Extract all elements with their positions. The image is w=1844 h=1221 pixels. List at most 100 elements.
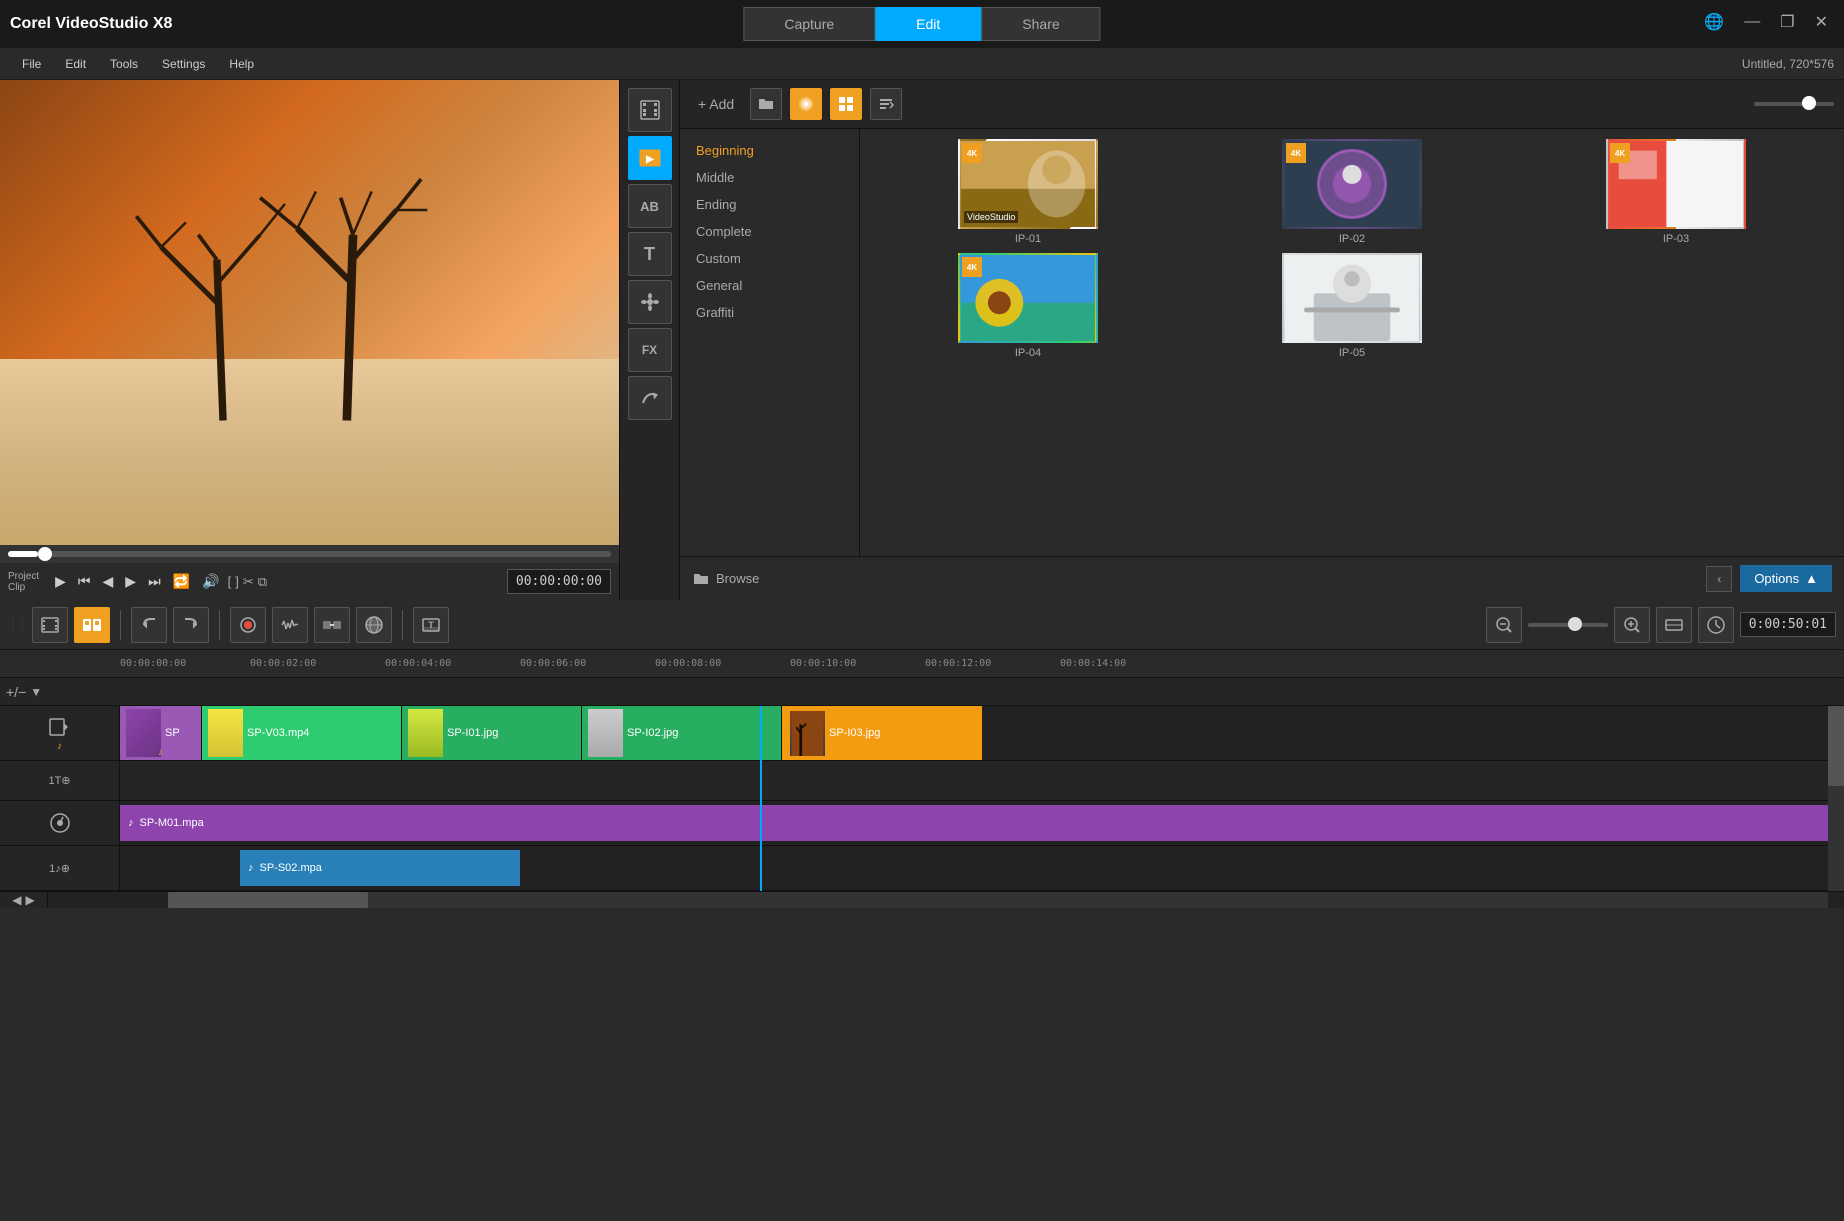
redo-button[interactable] xyxy=(173,607,209,643)
thumbnail-ip05[interactable]: IP-05 xyxy=(1194,253,1510,359)
ruler-mark-7: 00:00:14:00 xyxy=(1060,658,1126,669)
tool-film[interactable] xyxy=(628,88,672,132)
volume-button[interactable]: 🔊 xyxy=(198,571,223,592)
redo-icon xyxy=(181,615,201,635)
clip-sp-label: SP xyxy=(165,727,180,739)
clock-icon xyxy=(1706,615,1726,635)
zoom-in-icon xyxy=(1622,615,1642,635)
tl-filmstrip-button[interactable] xyxy=(32,607,68,643)
add-track-button[interactable]: +/− xyxy=(6,684,26,700)
music-clip[interactable]: ♪ SP-M01.mpa xyxy=(120,805,1844,840)
menu-tools[interactable]: Tools xyxy=(98,53,150,75)
close-button[interactable]: ✕ xyxy=(1809,10,1834,34)
prev-frame-button[interactable]: ◀ xyxy=(99,571,118,592)
skip-end-button[interactable]: ⏭ xyxy=(144,571,165,592)
zoom-slider-area xyxy=(1754,102,1834,106)
tab-edit[interactable]: Edit xyxy=(875,7,981,41)
add-button[interactable]: + Add xyxy=(690,92,742,116)
tl-storyboard-button[interactable] xyxy=(74,607,110,643)
sound-track-row: 1♪⊕ ♪ SP-S02.mpa xyxy=(0,846,1844,891)
zoom-in-button[interactable] xyxy=(1614,607,1650,643)
progress-bar-area[interactable] xyxy=(0,545,619,563)
loop-button[interactable]: 🔁 xyxy=(169,571,194,592)
browse-bar: Browse ‹ Options ▲ xyxy=(680,556,1844,600)
mark-out-button[interactable]: ] xyxy=(235,574,239,590)
tab-capture[interactable]: Capture xyxy=(743,7,875,41)
caption-icon: T xyxy=(644,244,655,265)
sound-clip[interactable]: ♪ SP-S02.mpa xyxy=(240,850,520,885)
thumbnail-ip01[interactable]: 4K VideoStudio IP-01 xyxy=(870,139,1186,245)
title-overlay-button[interactable]: T xyxy=(413,607,449,643)
tool-title[interactable]: ▶ xyxy=(628,136,672,180)
clip-sp-i03[interactable]: SP-I03.jpg xyxy=(782,706,982,760)
zoom-slider[interactable] xyxy=(1754,102,1834,106)
nav-tabs: Capture Edit Share xyxy=(743,7,1100,41)
thumbnail-grid: 4K VideoStudio IP-01 xyxy=(860,129,1844,556)
progress-track[interactable] xyxy=(8,551,611,557)
browse-icon xyxy=(692,570,710,588)
play-button[interactable]: ▶ xyxy=(51,571,70,592)
category-graffiti[interactable]: Graffiti xyxy=(680,299,859,326)
browse-button[interactable]: Browse xyxy=(692,570,759,588)
text-track-icon: 1T⊕ xyxy=(48,774,70,787)
restore-button[interactable]: ❐ xyxy=(1774,10,1800,34)
thumbnail-ip03[interactable]: 4K IP-03 xyxy=(1518,139,1834,245)
tab-share[interactable]: Share xyxy=(981,7,1100,41)
record-button[interactable] xyxy=(230,607,266,643)
mark-in-button[interactable]: [ xyxy=(228,574,232,590)
copy-button[interactable]: ⧉ xyxy=(258,574,267,590)
options-button[interactable]: Options ▲ xyxy=(1740,565,1832,592)
next-frame-button[interactable]: ▶ xyxy=(121,571,140,592)
clip-sp-v03[interactable]: SP-V03.mp4 xyxy=(202,706,402,760)
category-ending[interactable]: Ending xyxy=(680,191,859,218)
menu-file[interactable]: File xyxy=(10,53,53,75)
tl-prev-button[interactable]: ◀ xyxy=(12,893,21,907)
help-icon[interactable]: 🌐 xyxy=(1698,10,1730,34)
storyboard-icon xyxy=(82,615,102,635)
tool-text[interactable]: AB xyxy=(628,184,672,228)
transitions-button[interactable] xyxy=(314,607,350,643)
tool-effects[interactable]: FX xyxy=(628,328,672,372)
clip-sp[interactable]: SP ♪ xyxy=(120,706,202,760)
category-middle[interactable]: Middle xyxy=(680,164,859,191)
tl-scrollbar-thumb[interactable] xyxy=(1828,706,1844,786)
clip-sp-i02[interactable]: SP-I02.jpg xyxy=(582,706,782,760)
zoom-out-button[interactable] xyxy=(1486,607,1522,643)
tl-hscroll[interactable] xyxy=(168,892,1828,908)
thumbnail-ip04[interactable]: 4K IP-04 xyxy=(870,253,1186,359)
fit-button[interactable] xyxy=(1656,607,1692,643)
audio-button[interactable] xyxy=(272,607,308,643)
tool-caption[interactable]: T xyxy=(628,232,672,276)
tl-scrollbar[interactable] xyxy=(1828,706,1844,891)
effects-button[interactable] xyxy=(356,607,392,643)
folder-button[interactable] xyxy=(750,88,782,120)
menu-settings[interactable]: Settings xyxy=(150,53,217,75)
media-library-button[interactable] xyxy=(790,88,822,120)
collapse-panel-button[interactable]: ‹ xyxy=(1706,566,1732,592)
skip-start-button[interactable]: ⏮ xyxy=(74,571,95,592)
category-beginning[interactable]: Beginning xyxy=(680,137,859,164)
tl-next-button[interactable]: ▶ xyxy=(26,893,35,907)
tool-curve[interactable] xyxy=(628,376,672,420)
media-panel: + Add xyxy=(680,80,1844,600)
menu-edit[interactable]: Edit xyxy=(53,53,98,75)
menu-help[interactable]: Help xyxy=(217,53,266,75)
view-toggle-button[interactable] xyxy=(830,88,862,120)
tool-fx[interactable] xyxy=(628,280,672,324)
thumb-label-ip02: IP-02 xyxy=(1339,233,1365,245)
minimize-button[interactable]: — xyxy=(1738,11,1766,33)
category-custom[interactable]: Custom xyxy=(680,245,859,272)
zoom-thumb xyxy=(1802,96,1816,110)
category-general[interactable]: General xyxy=(680,272,859,299)
sort-button[interactable] xyxy=(870,88,902,120)
tl-zoom-slider[interactable] xyxy=(1528,623,1608,627)
clock-button[interactable] xyxy=(1698,607,1734,643)
badge-ip03: 4K xyxy=(1610,143,1630,163)
category-complete[interactable]: Complete xyxy=(680,218,859,245)
zoom-out-icon xyxy=(1494,615,1514,635)
undo-button[interactable] xyxy=(131,607,167,643)
thumb-label-ip01: IP-01 xyxy=(1015,233,1041,245)
cut-button[interactable]: ✂ xyxy=(243,574,254,590)
clip-sp-i01[interactable]: SP-I01.jpg xyxy=(402,706,582,760)
thumbnail-ip02[interactable]: 4K IP-02 xyxy=(1194,139,1510,245)
